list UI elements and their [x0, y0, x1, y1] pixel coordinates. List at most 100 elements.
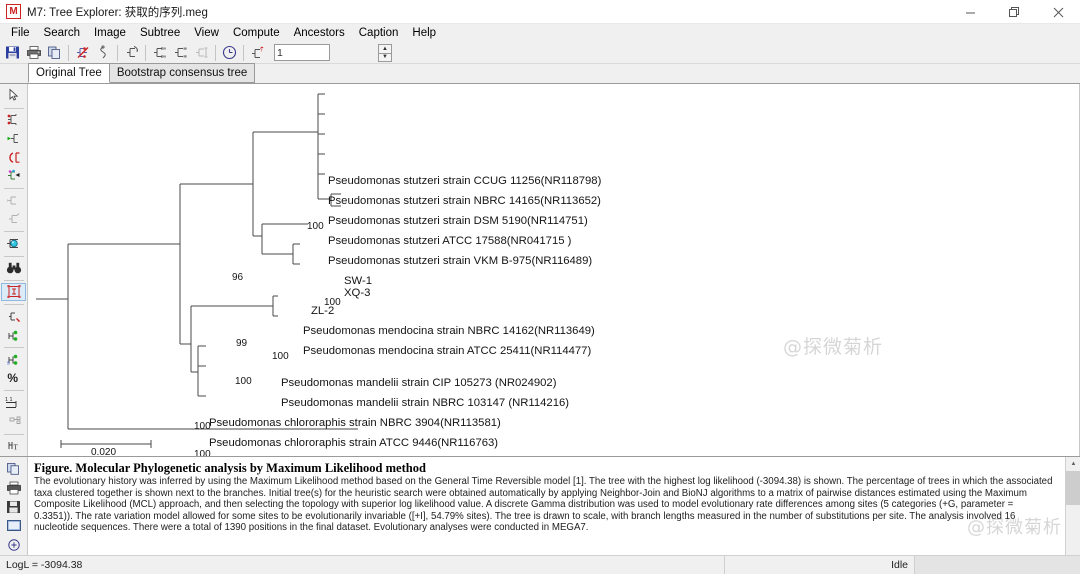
- svg-text:%: %: [7, 371, 18, 385]
- tree-canvas[interactable]: Pseudomonas stutzeri strain CCUG 11256(N…: [28, 84, 1080, 456]
- rail-separator-8: [3, 390, 24, 392]
- bootstrap-value: 100: [194, 449, 211, 456]
- print-caption-icon[interactable]: [2, 479, 25, 496]
- toolbar-separator-4: [215, 44, 216, 61]
- swap-node-icon[interactable]: [2, 167, 25, 184]
- status-resize-grip: [915, 555, 1080, 574]
- expand-node-icon[interactable]: [2, 210, 25, 227]
- stepper-down-button[interactable]: ▼: [378, 52, 392, 62]
- tab-bootstrap-consensus-tree[interactable]: Bootstrap consensus tree: [108, 63, 256, 83]
- subtree-drawing-icon[interactable]: [2, 130, 25, 147]
- find-binoculars-icon[interactable]: [2, 259, 25, 276]
- app-icon: M: [6, 4, 21, 19]
- bootstrap-value: 99: [236, 338, 248, 349]
- main-body: s % 1 1 T Pseudomonas stutzeri strain CC…: [0, 84, 1080, 456]
- rail-separator-4: [3, 255, 24, 257]
- minimize-button[interactable]: [948, 0, 992, 24]
- menu-file[interactable]: File: [4, 25, 37, 42]
- bootstrap-value: 96: [232, 272, 244, 283]
- branch-index-input[interactable]: [274, 44, 330, 61]
- flip-subtree-icon[interactable]: [121, 43, 142, 63]
- print-icon[interactable]: [23, 43, 44, 63]
- stepper-up-button[interactable]: ▲: [378, 43, 392, 53]
- menu-ancestors[interactable]: Ancestors: [287, 25, 352, 42]
- tree-style-icon[interactable]: [2, 111, 25, 128]
- caption-text-area[interactable]: Figure. Molecular Phylogenetic analysis …: [28, 457, 1080, 555]
- scale-bar-icon[interactable]: 1 1: [2, 394, 25, 411]
- menu-image[interactable]: Image: [87, 25, 133, 42]
- caption-scrollbar[interactable]: ▲: [1065, 457, 1080, 555]
- caption-side-rail: [0, 457, 28, 555]
- rail-separator-7: [3, 347, 24, 349]
- toolbar-separator-3: [145, 44, 146, 61]
- zoom-caption-icon[interactable]: [2, 536, 25, 553]
- pointer-tool-icon[interactable]: [2, 87, 25, 104]
- menu-view[interactable]: View: [187, 25, 226, 42]
- menu-subtree[interactable]: Subtree: [133, 25, 187, 42]
- swap-left-icon[interactable]: [149, 43, 170, 63]
- toolbar: r ▲ ▼: [0, 42, 1080, 64]
- window-title: M7: Tree Explorer: 获取的序列.meg: [27, 6, 208, 19]
- bootstrap-value: 100: [272, 351, 289, 362]
- subtree-branch-icon[interactable]: s: [2, 351, 25, 368]
- root-on-branch-icon[interactable]: [2, 308, 25, 325]
- add-branch-icon[interactable]: [2, 327, 25, 344]
- caption-body-text: The evolutionary history was inferred by…: [34, 476, 1053, 534]
- bootstrap-value: 100: [194, 421, 211, 432]
- menu-search[interactable]: Search: [37, 25, 87, 42]
- caption-title: Figure. Molecular Phylogenetic analysis …: [34, 461, 426, 475]
- svg-text:s: s: [7, 361, 10, 367]
- branch-lengths-icon[interactable]: [93, 43, 114, 63]
- menu-caption[interactable]: Caption: [352, 25, 406, 42]
- display-options-icon[interactable]: [2, 235, 25, 252]
- rail-separator-2: [3, 188, 24, 189]
- status-state: Idle: [725, 555, 915, 574]
- status-logl: LogL = -3094.38: [0, 555, 725, 574]
- tab-strip: Original Tree Bootstrap consensus tree: [0, 63, 1080, 84]
- collapse-node-icon[interactable]: [2, 192, 25, 209]
- bootstrap-value: 100: [324, 297, 341, 308]
- root-tree-icon[interactable]: r: [247, 43, 268, 63]
- branch-index-stepper[interactable]: ▲ ▼: [274, 43, 392, 62]
- copy-icon[interactable]: [44, 43, 65, 63]
- tool-side-rail: s % 1 1 T: [0, 84, 28, 456]
- scroll-up-button[interactable]: ▲: [1066, 457, 1080, 471]
- topology-only-icon[interactable]: [72, 43, 93, 63]
- menu-help[interactable]: Help: [405, 25, 443, 42]
- clock-icon[interactable]: [219, 43, 240, 63]
- window-controls: [948, 0, 1080, 24]
- stepper-buttons: ▲ ▼: [378, 43, 392, 62]
- bootstrap-value: 100: [307, 221, 324, 232]
- rail-separator-6: [3, 304, 24, 306]
- export-caption-icon[interactable]: [2, 517, 25, 534]
- svg-text:T: T: [13, 444, 18, 452]
- caption-pane: Figure. Molecular Phylogenetic analysis …: [0, 456, 1080, 555]
- title-bar: M M7: Tree Explorer: 获取的序列.meg: [0, 0, 1080, 24]
- rail-separator-1: [3, 107, 24, 109]
- bootstrap-label-layer: 100 96 100 99 100 100 100 100: [28, 84, 1079, 456]
- flip-node-icon[interactable]: [2, 149, 25, 166]
- swap-right-icon[interactable]: [170, 43, 191, 63]
- copy-caption-icon[interactable]: [2, 460, 25, 477]
- tab-original-tree[interactable]: Original Tree: [28, 63, 110, 83]
- percent-icon[interactable]: %: [2, 370, 25, 387]
- menu-compute[interactable]: Compute: [226, 25, 287, 42]
- fit-to-screen-icon[interactable]: [1, 282, 26, 302]
- tree-explorer-window: M M7: Tree Explorer: 获取的序列.meg File Sear…: [0, 0, 1080, 574]
- save-icon[interactable]: [2, 43, 23, 63]
- rail-separator-5: [3, 279, 24, 281]
- scroll-thumb[interactable]: [1066, 471, 1080, 505]
- rail-separator-3: [3, 231, 24, 232]
- compress-icon[interactable]: [191, 43, 212, 63]
- taxa-names-icon[interactable]: T: [2, 437, 25, 454]
- svg-text:r: r: [260, 48, 262, 53]
- maximize-restore-button[interactable]: [992, 0, 1036, 24]
- node-shape-icon[interactable]: [2, 413, 25, 430]
- toolbar-separator: [68, 44, 69, 61]
- bootstrap-value: 100: [235, 376, 252, 387]
- status-bar: LogL = -3094.38 Idle: [0, 555, 1080, 574]
- toolbar-separator-2: [117, 44, 118, 61]
- rail-separator-9: [3, 433, 24, 435]
- close-button[interactable]: [1036, 0, 1080, 24]
- save-caption-icon[interactable]: [2, 498, 25, 515]
